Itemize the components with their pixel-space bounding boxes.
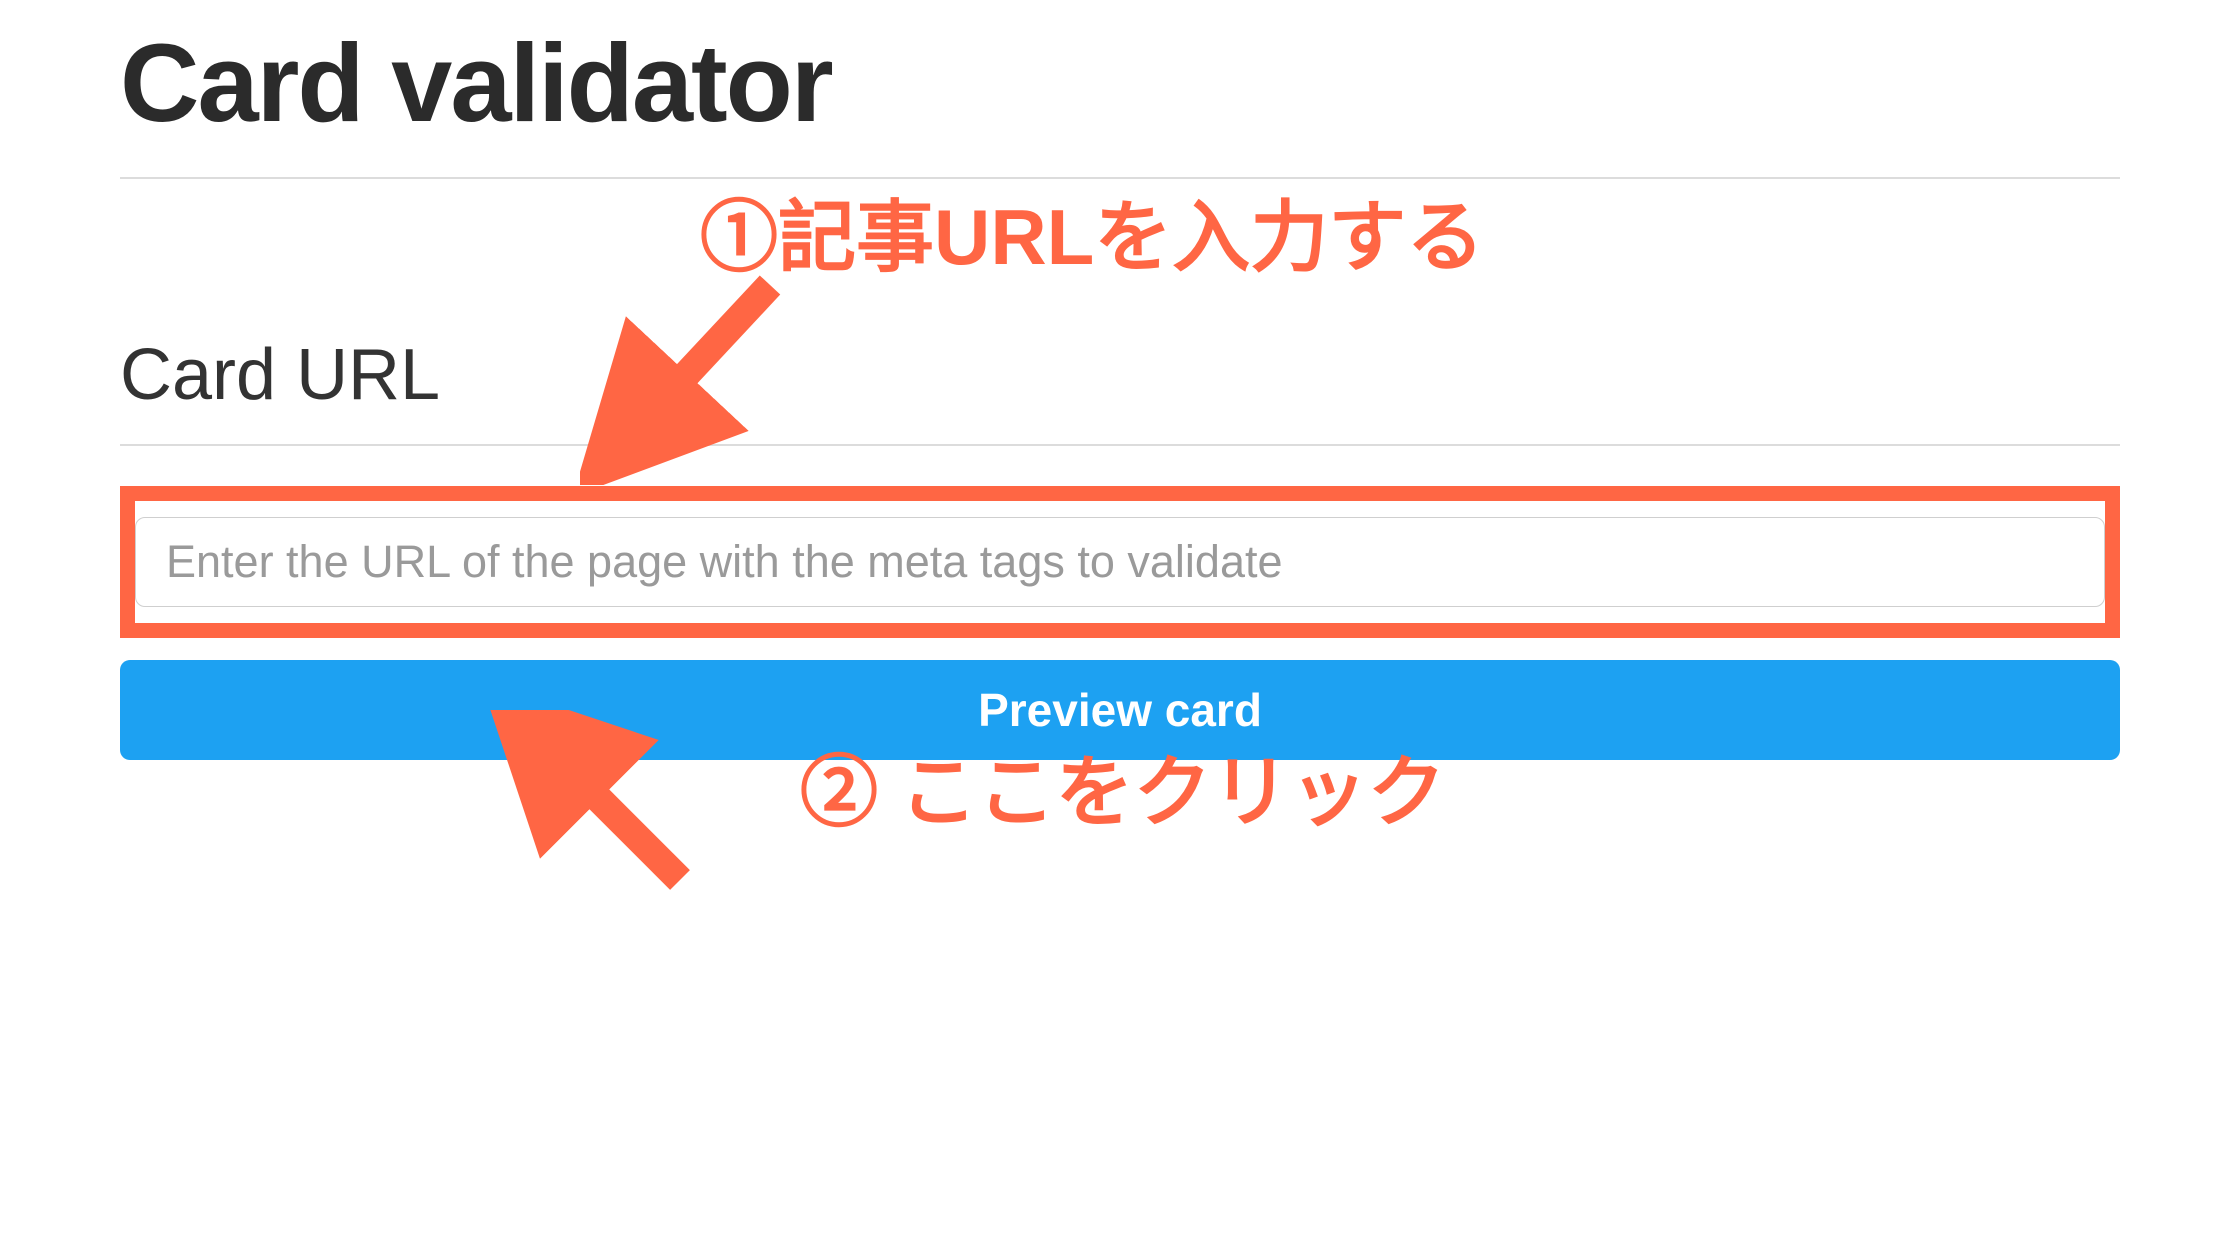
annotation-step2: ② ここをクリック <box>800 730 1446 842</box>
url-input-highlight-box <box>120 486 2120 638</box>
validator-container: Card validator ①記事URLを入力する Card URL Prev… <box>0 0 2240 760</box>
section-label-card-url: Card URL <box>120 334 2120 446</box>
page-title: Card validator <box>120 20 2120 179</box>
annotation-step1: ①記事URLを入力する <box>700 175 1484 287</box>
card-url-input[interactable] <box>135 517 2105 607</box>
